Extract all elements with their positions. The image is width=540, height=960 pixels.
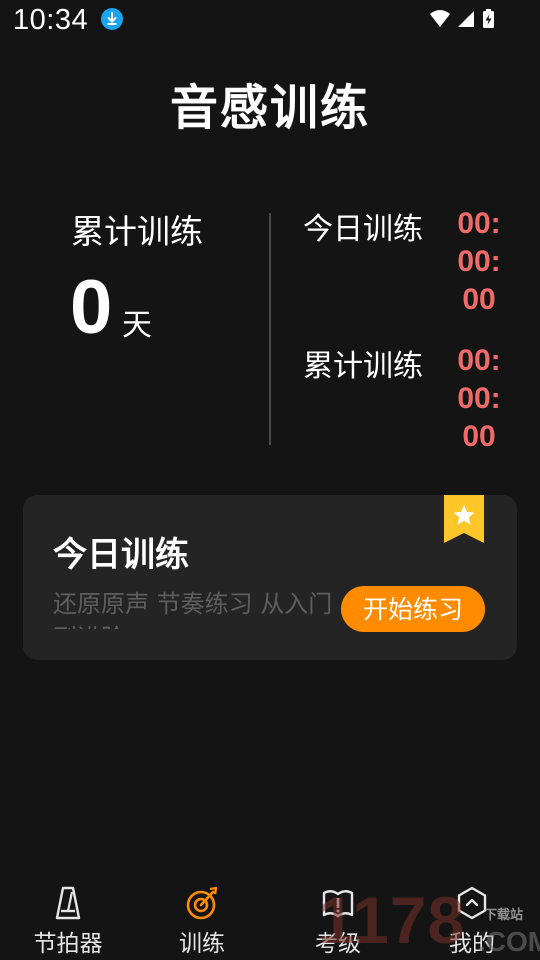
wifi-icon [430,10,450,27]
battery-charging-icon [483,9,494,28]
start-practice-button[interactable]: 开始练习 [341,586,485,632]
status-bar: 10:34 [0,0,540,44]
watermark: 1178 下载站 .COM [318,883,540,960]
today-training-label: 今日训练 [303,212,423,247]
status-time: 10:34 [13,4,89,36]
watermark-domain: .COM [478,926,540,957]
card-description: 还原原声 节奏练习 从入门到进阶 [53,590,333,629]
target-dart-icon [186,886,218,920]
download-icon [101,8,123,30]
total-training-label: 累计训练 [303,349,423,384]
star-bookmark-icon [444,495,484,543]
card-title: 今日训练 [53,535,189,575]
total-days-unit: 天 [122,308,152,343]
today-training-time: 00:00:00 [457,207,501,316]
total-days-value: 0 [70,265,113,350]
metronome-icon [55,886,81,920]
nav-item-metronome[interactable]: 节拍器 [8,880,128,960]
total-days-label: 累计训练 [71,212,203,251]
status-icons [430,9,494,28]
nav-item-training[interactable]: 训练 [142,880,262,960]
nav-label-training: 训练 [179,931,225,957]
stats-divider [269,213,271,445]
total-training-time: 00:00:00 [457,344,501,453]
watermark-digits: 1178 [318,883,466,957]
cellular-signal-icon [458,11,474,27]
watermark-site: 下载站 [484,908,524,923]
page-title: 音感训练 [169,80,370,136]
nav-label-metronome: 节拍器 [33,931,103,957]
